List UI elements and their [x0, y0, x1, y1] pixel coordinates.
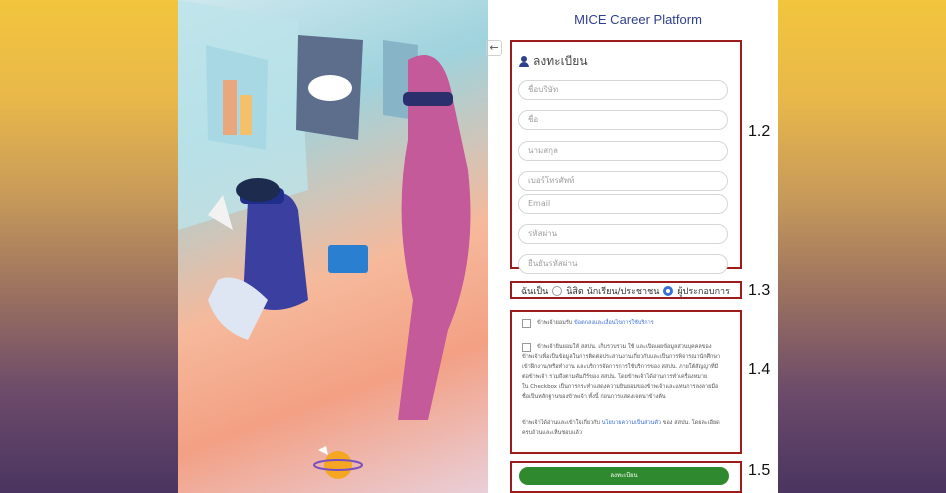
- monitor-icon: [328, 245, 368, 273]
- back-button[interactable]: ←: [486, 40, 502, 56]
- consent-line: ชื่อเป็นหลักฐานของข้าพเจ้า ทั้งนี้ ก่อนก…: [522, 394, 666, 400]
- terms-consent-prefix: ข้าพเจ้ายอมรับ: [537, 320, 573, 326]
- register-button[interactable]: ลงทะเบียน: [519, 467, 729, 485]
- role-radio-business[interactable]: [663, 286, 674, 296]
- consent-line: ต่อข้าพเจ้า รวมถึงตามคัมภีร์ของ สสปน. โด…: [522, 374, 708, 380]
- privacy-prefix: ข้าพเจ้าได้อ่านและเข้าใจเกี่ยวกับ: [522, 420, 601, 426]
- woman-figure: [398, 55, 471, 420]
- role-prefix: ฉันเป็น: [521, 287, 549, 297]
- register-heading: ลงทะเบียน: [519, 52, 588, 71]
- confirm-password-input[interactable]: ยืนยันรหัสผ่าน: [518, 254, 728, 274]
- role-label-student: นิสิต นักเรียน/ประชาชน: [566, 287, 660, 297]
- privacy-consent-body: ข้าพเจ้าเพื่อเป็นข้อมูลในการติดต่อประสาน…: [522, 352, 737, 402]
- terms-consent-text: ข้าพเจ้ายอมรับ ข้อตกลงและเงื่อนไขการใช้บ…: [537, 318, 654, 328]
- first-name-input[interactable]: ชื่อ: [518, 110, 728, 130]
- role-label-business: ผู้ประกอบการ: [677, 287, 730, 297]
- privacy-line2: ครบถ้วนและเห็นชอบแล้ว: [522, 430, 582, 436]
- privacy-consent-text: ข้าพเจ้ายินยอมให้ สสปน. เก็บรวบรวม ใช้ แ…: [537, 342, 737, 352]
- last-name-input[interactable]: นามสกุล: [518, 141, 728, 161]
- company-name-input[interactable]: ชื่อบริษัท: [518, 80, 728, 100]
- consent-line: ข้าพเจ้าเพื่อเป็นข้อมูลในการติดต่อประสาน…: [522, 354, 721, 360]
- arrow-left-icon: ←: [489, 41, 499, 54]
- annotation-label: 1.5: [748, 462, 771, 479]
- consent-line: เข้าฝึกงาน/หรือทำงาน และบริการจัดการการใ…: [522, 364, 719, 370]
- privacy-policy-link[interactable]: นโยบายความเป็นส่วนตัว: [602, 420, 661, 426]
- privacy-policy-text: ข้าพเจ้าได้อ่านและเข้าใจเกี่ยวกับ นโยบาย…: [522, 418, 737, 438]
- annotation-label: 1.3: [748, 282, 771, 299]
- phone-input[interactable]: เบอร์โทรศัพท์: [518, 171, 728, 191]
- register-heading-label: ลงทะเบียน: [533, 54, 588, 68]
- terms-link[interactable]: ข้อตกลงและเงื่อนไขการใช้บริการ: [574, 320, 654, 326]
- privacy-consent-checkbox[interactable]: [522, 343, 531, 352]
- password-input[interactable]: รหัสผ่าน: [518, 224, 728, 244]
- email-input[interactable]: Email: [518, 194, 728, 214]
- role-selector: ฉันเป็น นิสิต นักเรียน/ประชาชน ผู้ประกอบ…: [521, 284, 730, 298]
- privacy-suffix: ของ สสปน. โดยละเอียด: [662, 420, 720, 426]
- annotation-label: 1.2: [748, 123, 771, 140]
- annotation-label: 1.4: [748, 361, 771, 378]
- user-icon: [519, 56, 529, 67]
- consent-line: ข้าพเจ้ายินยอมให้ สสปน. เก็บรวบรวม ใช้ แ…: [537, 344, 712, 350]
- hero-illustration: [178, 0, 488, 493]
- app-title: MICE Career Platform: [574, 12, 702, 27]
- consent-line: ใน Checkbox เป็นการกระทำแสดงความยินยอมขอ…: [522, 384, 719, 390]
- terms-checkbox[interactable]: [522, 319, 531, 328]
- vr-illustration: [178, 0, 471, 479]
- role-radio-student[interactable]: [552, 286, 563, 296]
- planet-icon: [324, 451, 352, 479]
